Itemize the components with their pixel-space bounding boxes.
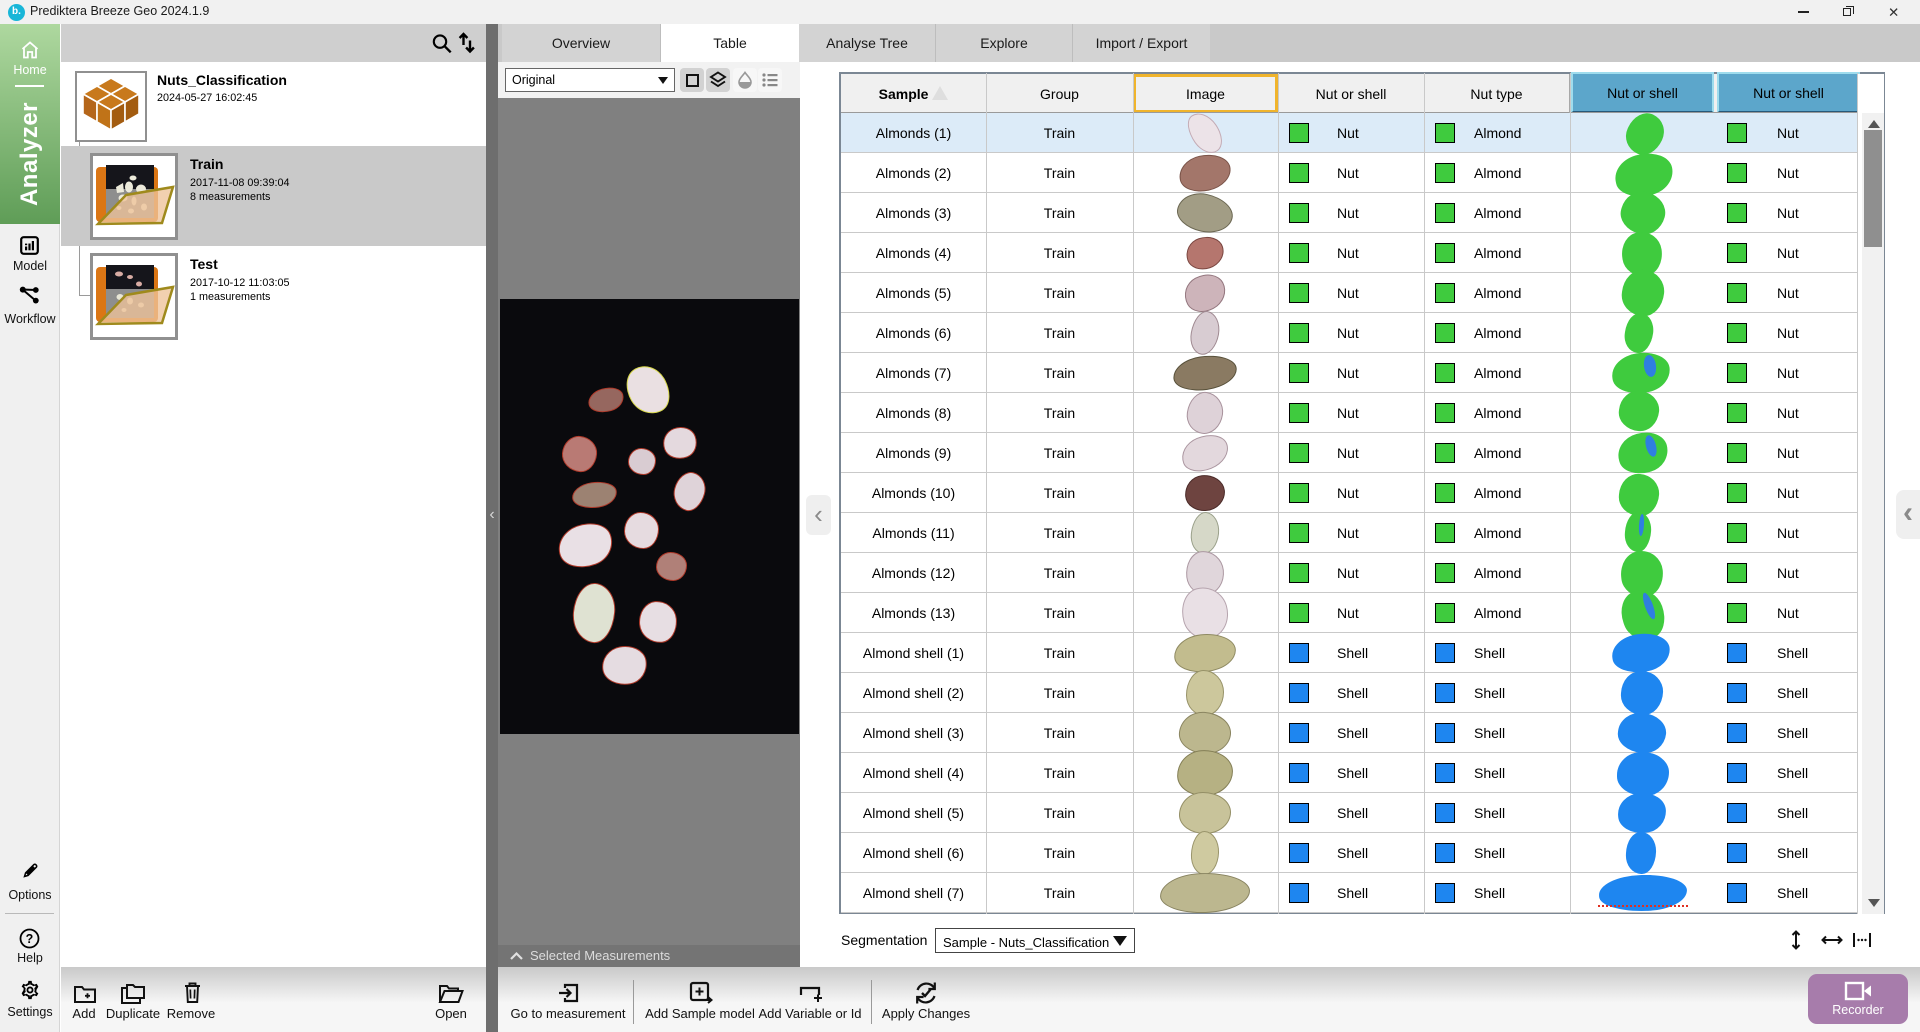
- svg-text:?: ?: [26, 932, 34, 946]
